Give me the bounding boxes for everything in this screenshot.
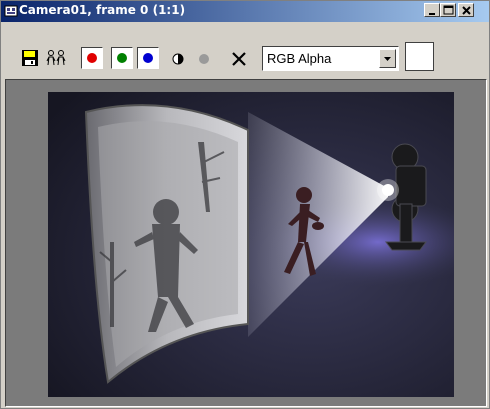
green-dot-icon: [117, 53, 127, 63]
render-frame-icon: [4, 5, 18, 17]
clear-button[interactable]: [230, 50, 248, 68]
maximize-button[interactable]: [440, 3, 456, 17]
minimize-icon: [429, 13, 435, 15]
minimize-button[interactable]: [424, 3, 440, 17]
green-channel-button[interactable]: [111, 47, 133, 69]
monochrome-button[interactable]: [172, 53, 184, 65]
half-circle-icon: [172, 53, 184, 65]
clone-window-button[interactable]: [45, 48, 69, 68]
title-bar[interactable]: Camera01, frame 0 (1:1): [1, 1, 489, 22]
channel-selected-value: RGB Alpha: [267, 51, 332, 66]
close-button[interactable]: [458, 3, 474, 17]
background-color-swatch[interactable]: [405, 42, 434, 71]
save-bitmap-button[interactable]: [21, 49, 39, 67]
render-viewport[interactable]: [5, 79, 487, 407]
window-title: Camera01, frame 0 (1:1): [19, 3, 186, 17]
close-icon: [462, 6, 471, 15]
chevron-down-icon: [384, 57, 391, 61]
red-channel-button[interactable]: [81, 47, 103, 69]
dropdown-arrow-button[interactable]: [379, 49, 396, 68]
channel-display-select[interactable]: RGB Alpha: [262, 46, 399, 71]
alpha-channel-button[interactable]: [198, 53, 210, 65]
rendered-image: [48, 92, 454, 397]
blue-channel-button[interactable]: [137, 47, 159, 69]
x-icon: [232, 52, 246, 66]
maximize-icon: [443, 5, 454, 15]
clone-people-icon: [46, 50, 66, 66]
red-dot-icon: [87, 53, 97, 63]
blue-dot-icon: [143, 53, 153, 63]
render-window: Camera01, frame 0 (1:1) RGB Alpha: [0, 0, 490, 409]
floppy-disk-icon: [22, 50, 38, 66]
gray-dot-icon: [199, 54, 209, 64]
